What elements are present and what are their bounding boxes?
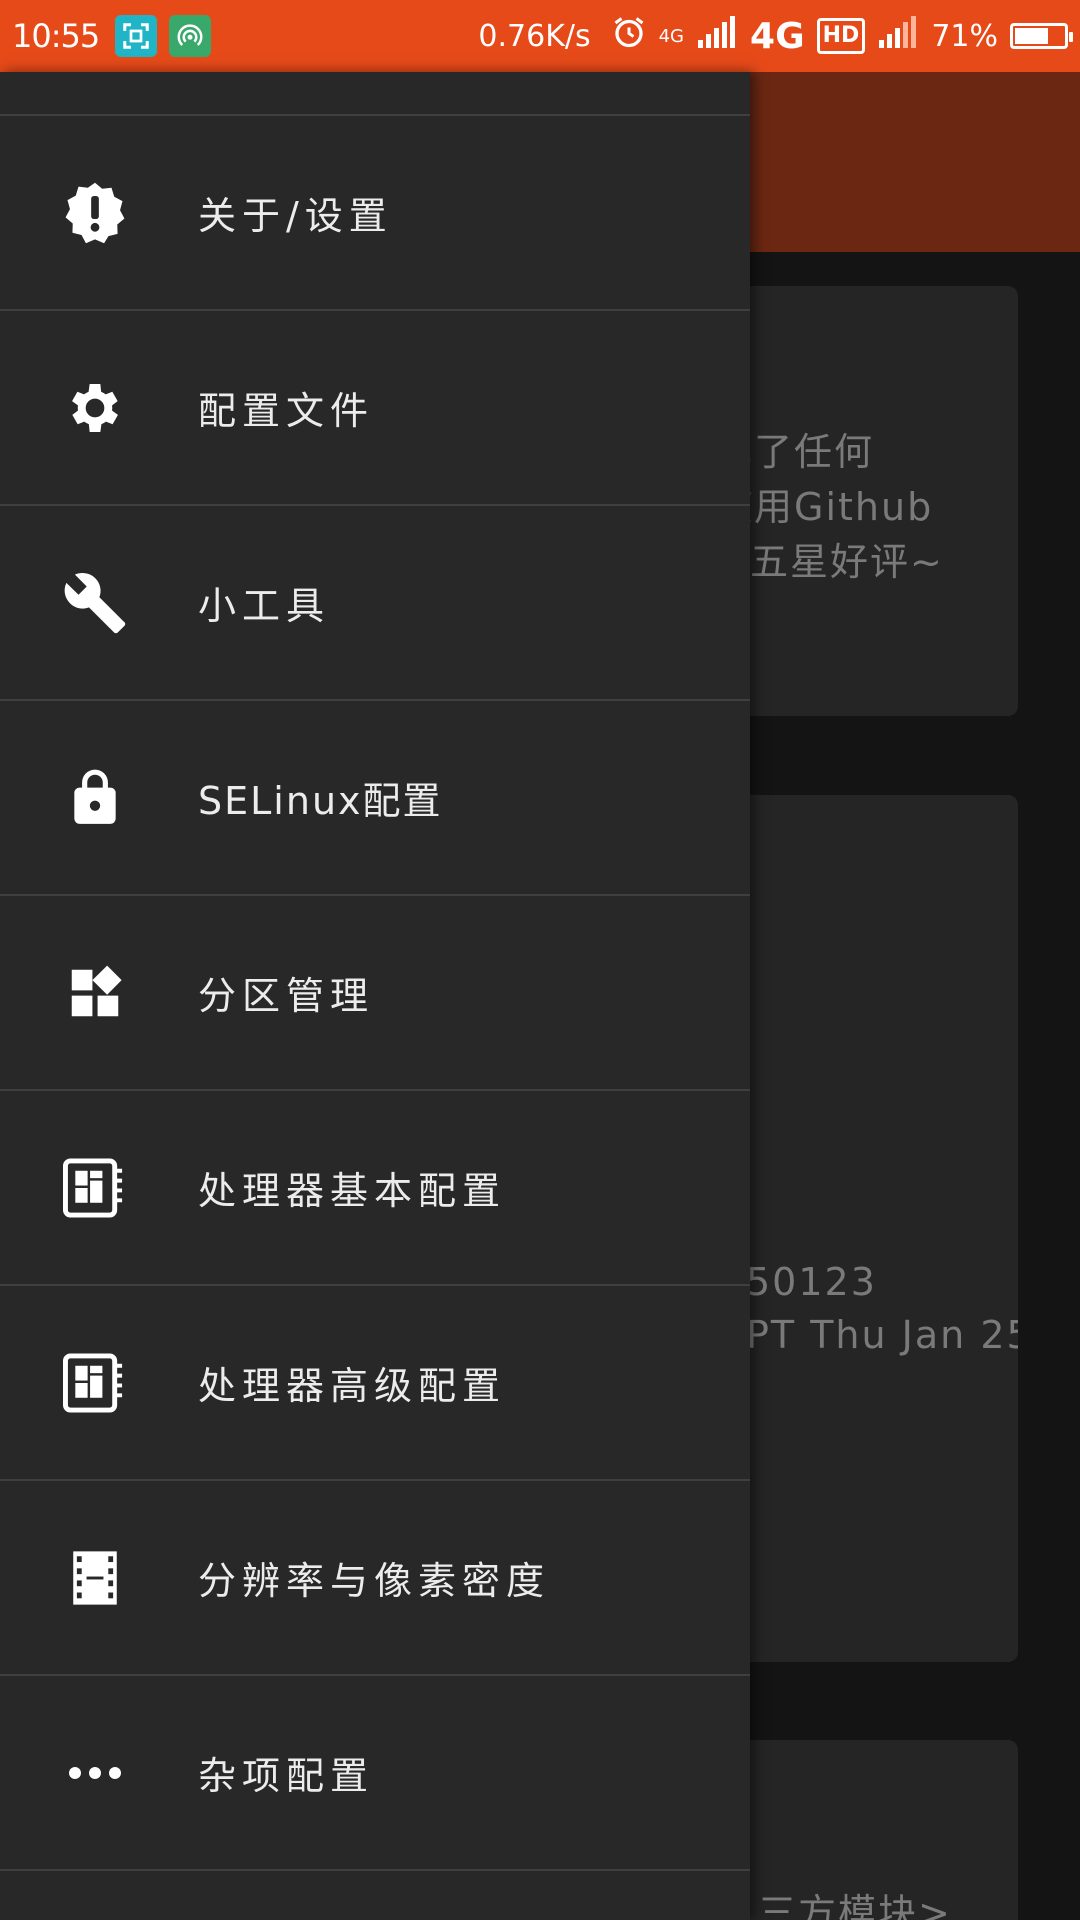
drawer-item-label: 分辨率与像素密度 — [198, 1559, 551, 1603]
status-left: 10:55 — [12, 15, 223, 57]
hotspot-app-icon — [169, 15, 212, 57]
signal-icon — [696, 14, 738, 58]
navigation-drawer: 关于/设置 配置文件 小工具 SELinux配置 分区管理 处理器基本配置 处理… — [0, 72, 750, 1920]
drawer-item-label: 处理器高级配置 — [198, 1364, 507, 1408]
drawer-item-tools[interactable]: 小工具 — [0, 506, 750, 699]
drawer-item-misc[interactable]: 杂项配置 — [0, 1676, 750, 1869]
drawer-item-config-files[interactable]: 配置文件 — [0, 311, 750, 504]
status-time: 10:55 — [12, 17, 100, 55]
gear-icon — [60, 373, 130, 443]
drawer-item-cpu-advanced[interactable]: 处理器高级配置 — [0, 1286, 750, 1479]
drawer-item-label: 分区管理 — [198, 974, 375, 1018]
cpu-icon — [60, 1153, 130, 1223]
drawer-item-resolution[interactable]: 分辨率与像素密度 — [0, 1481, 750, 1674]
screen: 10:55 0.76K/s 4G 4G HD 71% 了任何 用Github 五… — [0, 0, 1080, 1920]
screenshot-app-icon — [115, 15, 158, 57]
drawer-item-label: SELinux配置 — [198, 779, 443, 823]
widgets-icon — [60, 958, 130, 1028]
battery-icon — [1010, 23, 1073, 49]
drawer-item-partition[interactable]: 分区管理 — [0, 896, 750, 1089]
hd-badge: HD — [816, 18, 866, 54]
drawer-header-spacer — [0, 72, 750, 114]
drawer-item-label: 处理器基本配置 — [198, 1169, 507, 1213]
card-text: 五星好评~ — [750, 540, 944, 584]
status-bar: 10:55 0.76K/s 4G 4G HD 71% — [0, 0, 1080, 72]
signal-2-icon — [877, 14, 919, 58]
drawer-item-label: 关于/设置 — [198, 194, 393, 238]
battery-percent: 71% — [931, 18, 998, 54]
net-type-small: 4G — [658, 26, 685, 47]
card-text: PT Thu Jan 25 — [746, 1313, 1018, 1357]
battery-fill — [1015, 28, 1048, 44]
film-icon — [60, 1543, 130, 1613]
lock-icon — [60, 763, 130, 833]
cpu-icon — [60, 1348, 130, 1418]
drawer-item-selinux[interactable]: SELinux配置 — [0, 701, 750, 894]
drawer-item-label: 杂项配置 — [198, 1754, 375, 1798]
divider — [0, 1869, 750, 1871]
drawer-item-about-settings[interactable]: 关于/设置 — [0, 116, 750, 309]
net-type: 4G — [750, 15, 805, 57]
drawer-item-label: 配置文件 — [198, 389, 375, 433]
wrench-icon — [60, 568, 130, 638]
more-horiz-icon — [60, 1738, 130, 1808]
card-text: 三方模块> — [758, 1891, 952, 1920]
net-speed: 0.76K/s — [478, 18, 591, 54]
alert-badge-icon — [60, 178, 130, 248]
status-right: 0.76K/s 4G 4G HD 71% — [478, 14, 1073, 58]
drawer-item-label: 小工具 — [198, 584, 331, 628]
alarm-icon — [611, 14, 647, 58]
card-text: 50123 — [746, 1260, 877, 1304]
drawer-item-cpu-basic[interactable]: 处理器基本配置 — [0, 1091, 750, 1284]
